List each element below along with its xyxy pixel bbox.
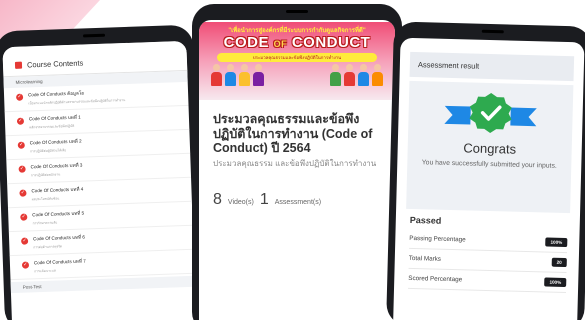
course-contents-title: Course Contents bbox=[26, 58, 84, 70]
lesson-text: Code Of Conducts บทที่ 6 การต่อต้านการทุจ… bbox=[33, 235, 85, 251]
person-illustration bbox=[358, 64, 369, 88]
banner-code-of-conduct: CODE OF CONDUCT bbox=[199, 34, 395, 51]
lesson-title: Code Of Conducts บทที่ 1 bbox=[28, 114, 81, 122]
camera-notch bbox=[481, 29, 504, 34]
result-label: Scored Percentage bbox=[408, 274, 463, 284]
result-card: Congrats You have successfully submitted… bbox=[406, 80, 574, 214]
completed-check-icon: ✓ bbox=[19, 189, 27, 197]
lesson-text: Code Of Conducts บทที่ 4 ผลประโยชน์ทับซ้อ… bbox=[31, 187, 83, 203]
video-label: Video(s) bbox=[227, 198, 254, 206]
result-rows: Passing Percentage 100% Total Marks 20 Score… bbox=[394, 228, 580, 294]
tablet-course-contents: Course Contents Microlearning ✓ Code Of C… bbox=[0, 24, 204, 320]
assessment-result-header: Assessment result bbox=[409, 51, 575, 82]
lesson-title: Code Of Conducts บทที่ 4 bbox=[31, 186, 84, 194]
result-label: Total Marks bbox=[408, 254, 442, 263]
lesson-text: Code Of Conducts บทที่ 1 หลักจรรยาบรรณและ… bbox=[29, 115, 81, 131]
completed-check-icon: ✓ bbox=[16, 93, 24, 101]
congrats-heading: Congrats bbox=[463, 140, 517, 157]
camera-notch bbox=[82, 33, 106, 38]
lesson-title: Code Of Conducts บทที่ 7 bbox=[33, 258, 86, 266]
course-contents-screen: Course Contents Microlearning ✓ Code Of C… bbox=[2, 40, 197, 320]
completed-check-icon: ✓ bbox=[21, 237, 29, 245]
completed-check-icon: ✓ bbox=[16, 117, 25, 125]
video-count: 8 bbox=[213, 190, 222, 208]
completed-check-icon: ✓ bbox=[20, 213, 28, 221]
course-detail-screen: "เพื่อนำการสู่องค์กรที่มีระบบการกำกับดูแ… bbox=[199, 20, 395, 320]
tablet-course-detail: "เพื่อนำการสู่องค์กรที่มีระบบการกำกับดูแ… bbox=[192, 4, 402, 320]
completed-check-icon: ✓ bbox=[17, 141, 25, 149]
camera-notch bbox=[286, 10, 308, 13]
lesson-list: ✓ Code Of Conducts ค้อมูลโอ เนื้อหาแนะนำหล… bbox=[3, 81, 195, 281]
lesson-subtitle: ผลประโยชน์ทับซ้อน bbox=[31, 196, 60, 202]
lesson-text: Code Of Conducts บทที่ 5 การรักษาความลับ bbox=[32, 211, 84, 227]
lesson-subtitle: การรักษาความลับ bbox=[32, 220, 58, 226]
lesson-title: Code Of Conducts บทที่ 5 bbox=[32, 210, 85, 218]
tablet-assessment-result: Assessment result Congrats You have succ… bbox=[386, 21, 585, 320]
lesson-subtitle: หลักจรรยาบรรณและข้อพึงปฏิบัติ bbox=[29, 123, 75, 130]
person-illustration bbox=[372, 64, 383, 88]
result-label: Passing Percentage bbox=[409, 234, 466, 244]
result-value-badge: 20 bbox=[551, 257, 567, 268]
lesson-subtitle: เนื้อหาแนะนำหลักปฏิบัติด้านจรรยาบรรณและข… bbox=[28, 98, 126, 106]
lesson-subtitle: การต่อต้านการทุจริต bbox=[33, 244, 63, 250]
course-stats: 8 Video(s) 1 Assessment(s) bbox=[199, 171, 395, 209]
course-description: ประมวลคุณธรรม และข้อพึงปฏิบัติในการทำงาน bbox=[213, 158, 377, 168]
lesson-text: Code Of Conducts ค้อมูลโอ เนื้อหาแนะนำหลั… bbox=[28, 89, 125, 106]
banner-people-right bbox=[330, 64, 383, 88]
result-value-badge: 100% bbox=[544, 277, 567, 288]
person-illustration bbox=[225, 64, 236, 88]
lesson-text: Code Of Conducts บทที่ 3 การปฏิบัติต่อพนั… bbox=[30, 163, 82, 179]
lesson-text: Code Of Conducts บทที่ 7 การแจ้งเบาะแส bbox=[34, 259, 86, 275]
result-row: Scored Percentage 100% bbox=[408, 268, 567, 294]
lesson-title: Code Of Conducts บทที่ 2 bbox=[29, 138, 82, 146]
completed-check-icon: ✓ bbox=[21, 261, 30, 269]
person-illustration bbox=[253, 64, 264, 88]
congrats-message: You have successfully submitted your inp… bbox=[421, 159, 557, 170]
person-illustration bbox=[239, 64, 250, 88]
banner-subtitle: ประมวลคุณธรรมและข้อพึงปฏิบัติในการทำงาน bbox=[217, 53, 377, 62]
completed-check-icon: ✓ bbox=[18, 165, 26, 173]
lesson-subtitle: การปฏิบัติต่อพนักงาน bbox=[30, 172, 61, 178]
banner-word-of: OF bbox=[273, 39, 288, 49]
lesson-title: Code Of Conducts บทที่ 6 bbox=[32, 234, 86, 242]
menu-icon[interactable] bbox=[14, 61, 23, 69]
banner-people-left bbox=[211, 64, 264, 88]
success-badge-icon bbox=[408, 81, 573, 141]
lesson-item[interactable]: ✓ Code Of Conducts บทที่ 7 การแจ้งเบาะแส bbox=[9, 249, 195, 281]
person-illustration bbox=[344, 64, 355, 88]
result-value-badge: 100% bbox=[545, 237, 568, 248]
banner-word-conduct: CONDUCT bbox=[291, 34, 371, 51]
assessment-result-screen: Assessment result Congrats You have succ… bbox=[393, 37, 585, 320]
lesson-subtitle: การปฏิบัติต่อผู้มีส่วนได้เสีย bbox=[29, 148, 67, 154]
banner-word-code: CODE bbox=[223, 34, 269, 51]
person-illustration bbox=[330, 64, 341, 88]
lesson-text: Code Of Conducts บทที่ 2 การปฏิบัติต่อผู้… bbox=[30, 139, 82, 155]
person-illustration bbox=[211, 64, 222, 88]
course-title: ประมวลคุณธรรมและข้อพึงปฏิบัติในการทำงาน … bbox=[213, 112, 373, 155]
lesson-subtitle: การแจ้งเบาะแส bbox=[34, 268, 56, 274]
assessment-count: 1 bbox=[259, 190, 269, 208]
assessment-label: Assessment(s) bbox=[274, 198, 322, 206]
course-banner: "เพื่อนำการสู่องค์กรที่มีระบบการกำกับดูแ… bbox=[199, 22, 395, 100]
lesson-title: Code Of Conducts บทที่ 3 bbox=[30, 162, 83, 170]
